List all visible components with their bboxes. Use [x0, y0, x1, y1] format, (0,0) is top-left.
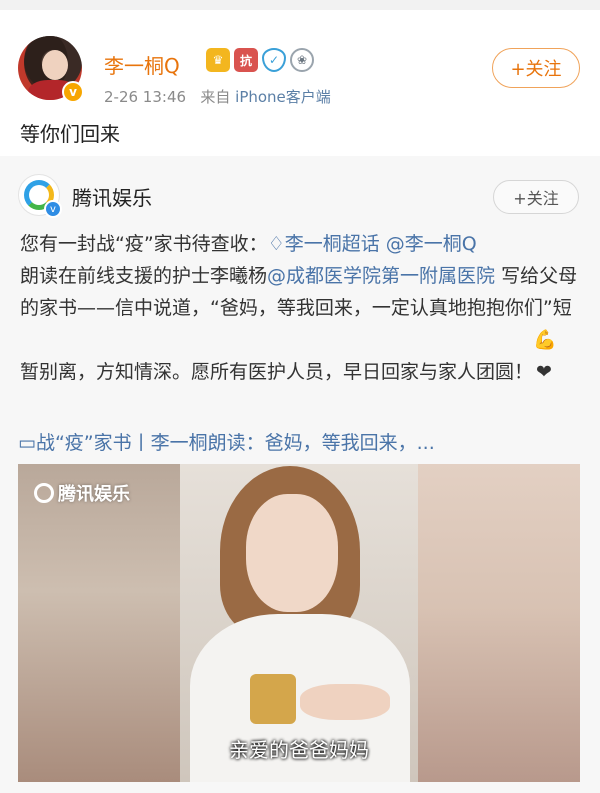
post-header: v 李一桐Q ♛ 抗 ✓ ❀ 2-26 13:46 来自 iPhone客户端 +… — [0, 10, 600, 110]
post-meta: 2-26 13:46 来自 iPhone客户端 — [104, 86, 331, 107]
video-player[interactable]: 腾讯娱乐 亲爱的爸爸妈妈 — [18, 464, 580, 782]
repost-author-name[interactable]: 腾讯娱乐 — [72, 182, 152, 211]
video-watermark: 腾讯娱乐 — [34, 480, 130, 506]
video-title-link[interactable]: ▭战“疫”家书丨李一桐朗读：爸妈，等我回来，... — [18, 428, 435, 455]
topic-link[interactable]: ♢李一桐超话 — [268, 233, 380, 255]
mention-link[interactable]: @成都医学院第一附属医院 — [267, 265, 495, 287]
follow-button[interactable]: +关注 — [492, 48, 580, 88]
crown-vip-icon[interactable]: ♛ — [206, 48, 230, 72]
video-subtitle: 亲爱的爸爸妈妈 — [229, 738, 369, 762]
fight-badge-icon[interactable]: 抗 — [234, 48, 258, 72]
top-strip — [0, 0, 600, 10]
author-name[interactable]: 李一桐Q — [104, 50, 180, 79]
post-text: 等你们回来 — [20, 122, 120, 146]
emoji-icons: 💪❤ — [533, 329, 557, 383]
post-source-prefix: 来自 — [200, 88, 231, 106]
tencent-watermark-icon — [34, 483, 54, 503]
video-blur-left — [18, 464, 180, 782]
mention-link[interactable]: @李一桐Q — [386, 233, 477, 255]
repost-card[interactable]: v 腾讯娱乐 +关注 您有一封战“疫”家书待查收：♢李一桐超话 @李一桐Q 朗读… — [0, 156, 600, 793]
video-blur-right — [418, 464, 580, 782]
shield-badge-icon[interactable]: ✓ — [262, 48, 286, 72]
repost-body: 您有一封战“疫”家书待查收：♢李一桐超话 @李一桐Q 朗读在前线支援的护士李曦杨… — [20, 228, 582, 388]
repost-body-text: 您有一封战“疫”家书待查收： — [20, 233, 268, 255]
repost-body-text: 朗读在前线支援的护士李曦杨 — [20, 265, 268, 287]
watermark-text: 腾讯娱乐 — [58, 484, 130, 505]
repost-follow-button[interactable]: +关注 — [493, 180, 579, 214]
verified-icon: v — [62, 81, 84, 103]
repost-verified-icon: v — [44, 200, 62, 218]
author-badges: ♛ 抗 ✓ ❀ — [206, 48, 314, 72]
post-source[interactable]: iPhone客户端 — [235, 88, 331, 106]
medal-badge-icon[interactable]: ❀ — [290, 48, 314, 72]
post-time: 2-26 13:46 — [104, 88, 187, 106]
